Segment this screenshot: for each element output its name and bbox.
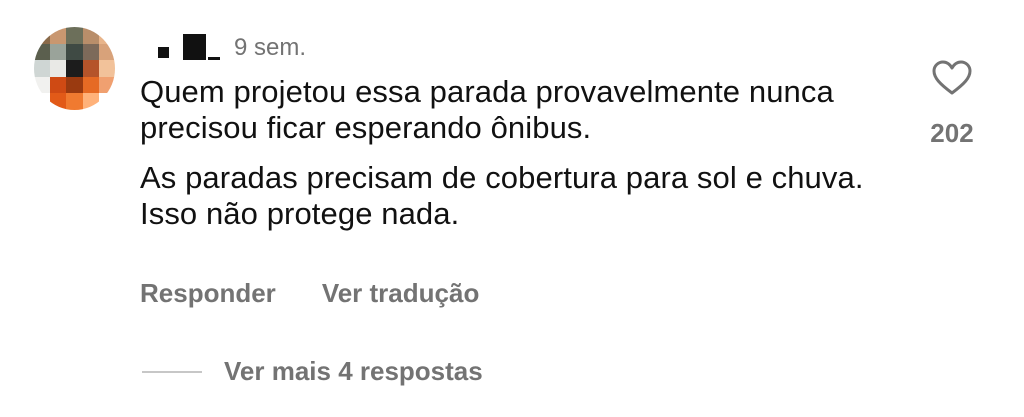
heart-icon[interactable] [932, 60, 972, 96]
avatar-pixel [50, 43, 67, 61]
comment-timestamp: 9 sem. [234, 34, 307, 61]
replies-divider-line [142, 370, 202, 373]
comment-actions: Responder Ver tradução [140, 278, 479, 309]
avatar-pixel [82, 60, 99, 77]
comment-paragraph: Quem projetou essa parada provavelmente … [140, 74, 834, 145]
comment-header: 9 sem. [158, 30, 306, 62]
avatar-pixel [34, 76, 51, 94]
avatar-pixel [34, 43, 51, 61]
avatar-pixel [50, 27, 67, 44]
redaction-block [158, 47, 169, 58]
avatar-pixel [34, 93, 51, 110]
avatar-pixel [66, 43, 83, 61]
avatar-pixel [66, 60, 83, 77]
avatar-pixel [50, 60, 67, 77]
avatar-pixel [82, 76, 99, 94]
avatar-pixel [34, 27, 51, 44]
avatar-pixel [50, 76, 67, 94]
avatar[interactable] [34, 27, 115, 110]
comment: 9 sem. Quem projetou essa parada provave… [0, 0, 1024, 417]
translate-button[interactable]: Ver tradução [322, 278, 480, 309]
avatar-pixel [98, 27, 115, 44]
avatar-pixel [82, 27, 99, 44]
username-redacted[interactable] [158, 34, 220, 62]
view-more-replies-label: Ver mais 4 respostas [224, 356, 483, 386]
redaction-block [183, 34, 206, 60]
avatar-pixel [66, 76, 83, 94]
avatar-pixel [98, 60, 115, 77]
avatar-pixel [82, 93, 99, 110]
avatar-pixel [98, 93, 115, 110]
avatar-pixel [82, 43, 99, 61]
avatar-pixel [34, 60, 51, 77]
avatar-pixel [66, 93, 83, 110]
avatar-pixel [98, 76, 115, 94]
avatar-pixel [98, 43, 115, 61]
redaction-block [208, 57, 220, 60]
view-more-replies-button[interactable]: Ver mais 4 respostas [142, 356, 483, 387]
reply-button[interactable]: Responder [140, 278, 276, 309]
like-control: 202 [918, 60, 986, 149]
avatar-pixel [50, 93, 67, 110]
comment-text: Quem projetou essa parada provavelmente … [140, 74, 900, 246]
avatar-pixel [66, 27, 83, 44]
like-count: 202 [930, 118, 974, 148]
comment-paragraph: As paradas precisam de cobertura para so… [140, 160, 864, 231]
